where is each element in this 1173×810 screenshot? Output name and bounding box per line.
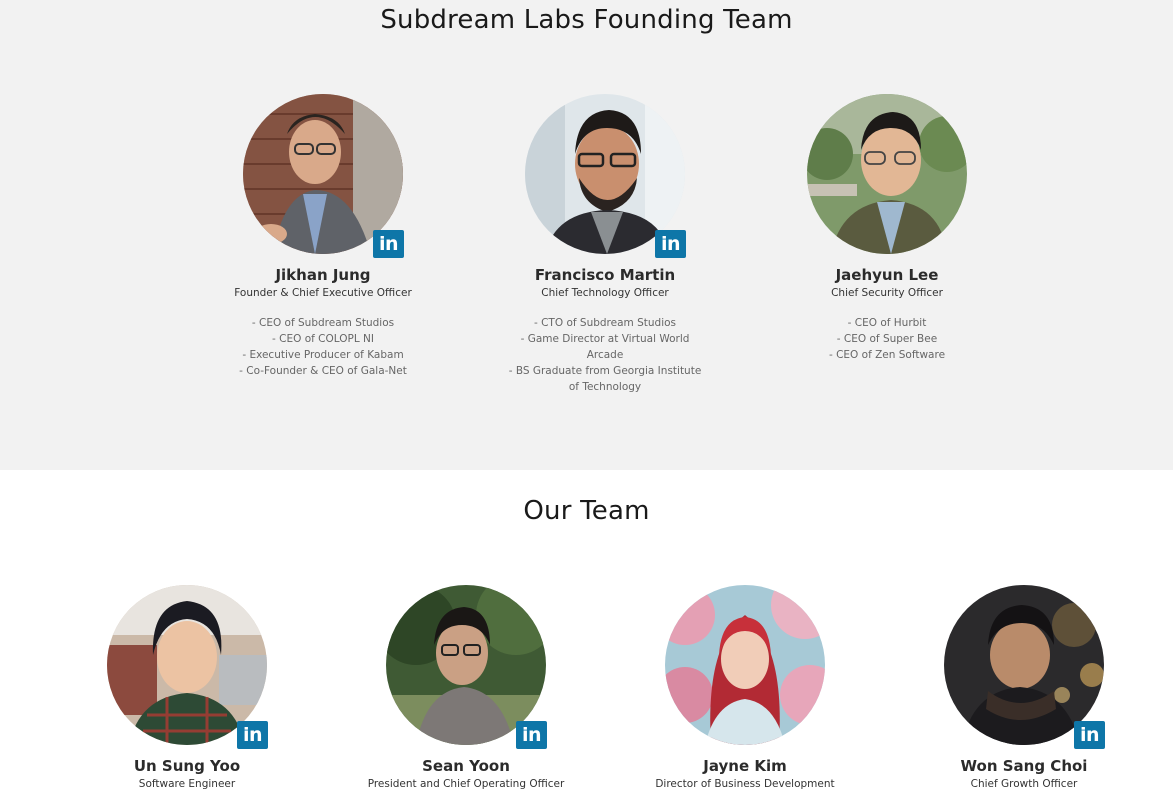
our-team-title: Our Team [523, 496, 650, 526]
linkedin-icon[interactable]: in [655, 230, 686, 258]
linkedin-icon[interactable]: in [1074, 721, 1105, 749]
member-role: Software Engineer [138, 778, 236, 790]
avatar-container: in [243, 94, 404, 258]
bio-line: - CEO of Zen Software [828, 349, 946, 361]
avatar-container: in [386, 585, 547, 749]
linkedin-icon[interactable]: in [516, 721, 547, 749]
member-role: Founder & Chief Executive Officer [234, 287, 412, 299]
member-name: Francisco Martin [534, 266, 676, 284]
member-name: Jikhan Jung [275, 266, 371, 284]
founder-card: in Francisco Martin Chief Technology Off… [475, 94, 735, 395]
bio-line: - Co-Founder & CEO of Gala-Net [239, 365, 407, 377]
avatar-container [807, 94, 967, 254]
bio-line: - CTO of Subdream Studios [533, 317, 677, 329]
member-role: Chief Security Officer [831, 287, 943, 299]
avatar-container: in [107, 585, 268, 749]
linkedin-icon[interactable]: in [237, 721, 268, 749]
bio-line: - CEO of Hurbit [847, 317, 927, 329]
member-name: Won Sang Choi [960, 757, 1088, 775]
founder-card: in Jikhan Jung Founder & Chief Executive… [193, 94, 453, 379]
bio-line: - Executive Producer of Kabam [242, 349, 404, 361]
founder-card: Jaehyun Lee Chief Security Officer - CEO… [757, 94, 1017, 363]
bio-line: - CEO of Subdream Studios [251, 317, 395, 329]
member-name: Sean Yoon [422, 757, 510, 775]
team-member-card: in Sean Yoon President and Chief Operati… [336, 585, 596, 790]
member-bio: - CEO of Hurbit - CEO of Super Bee - CEO… [787, 315, 987, 363]
member-role: Chief Growth Officer [970, 778, 1078, 790]
member-name: Jayne Kim [703, 757, 787, 775]
team-member-card: in Un Sung Yoo Software Engineer [57, 585, 317, 790]
avatar-container: in [525, 94, 686, 258]
member-bio: - CTO of Subdream Studios - Game Directo… [505, 315, 705, 395]
bio-line: - Game Director at Virtual World Arcade [520, 333, 690, 361]
avatar-photo [665, 585, 825, 745]
bio-line: - CEO of Super Bee [836, 333, 938, 345]
team-member-card: in Won Sang Choi Chief Growth Officer [894, 585, 1154, 790]
member-role: Director of Business Development [655, 778, 835, 790]
avatar-container [665, 585, 825, 745]
member-name: Jaehyun Lee [835, 266, 939, 284]
founding-team-title: Subdream Labs Founding Team [380, 5, 793, 35]
linkedin-icon[interactable]: in [373, 230, 404, 258]
avatar-container: in [944, 585, 1105, 749]
member-role: Chief Technology Officer [541, 287, 669, 299]
bio-line: - CEO of COLOPL NI [272, 333, 374, 345]
member-name: Un Sung Yoo [133, 757, 241, 775]
bio-line: - BS Graduate from Georgia Institute of … [508, 365, 702, 393]
member-role: President and Chief Operating Officer [367, 778, 565, 790]
avatar-photo [807, 94, 967, 254]
team-member-card: Jayne Kim Director of Business Developme… [615, 585, 875, 790]
founding-team-section: Subdream Labs Founding Team in Jikhan Ju… [0, 0, 1173, 470]
member-bio: - CEO of Subdream Studios - CEO of COLOP… [223, 315, 423, 379]
